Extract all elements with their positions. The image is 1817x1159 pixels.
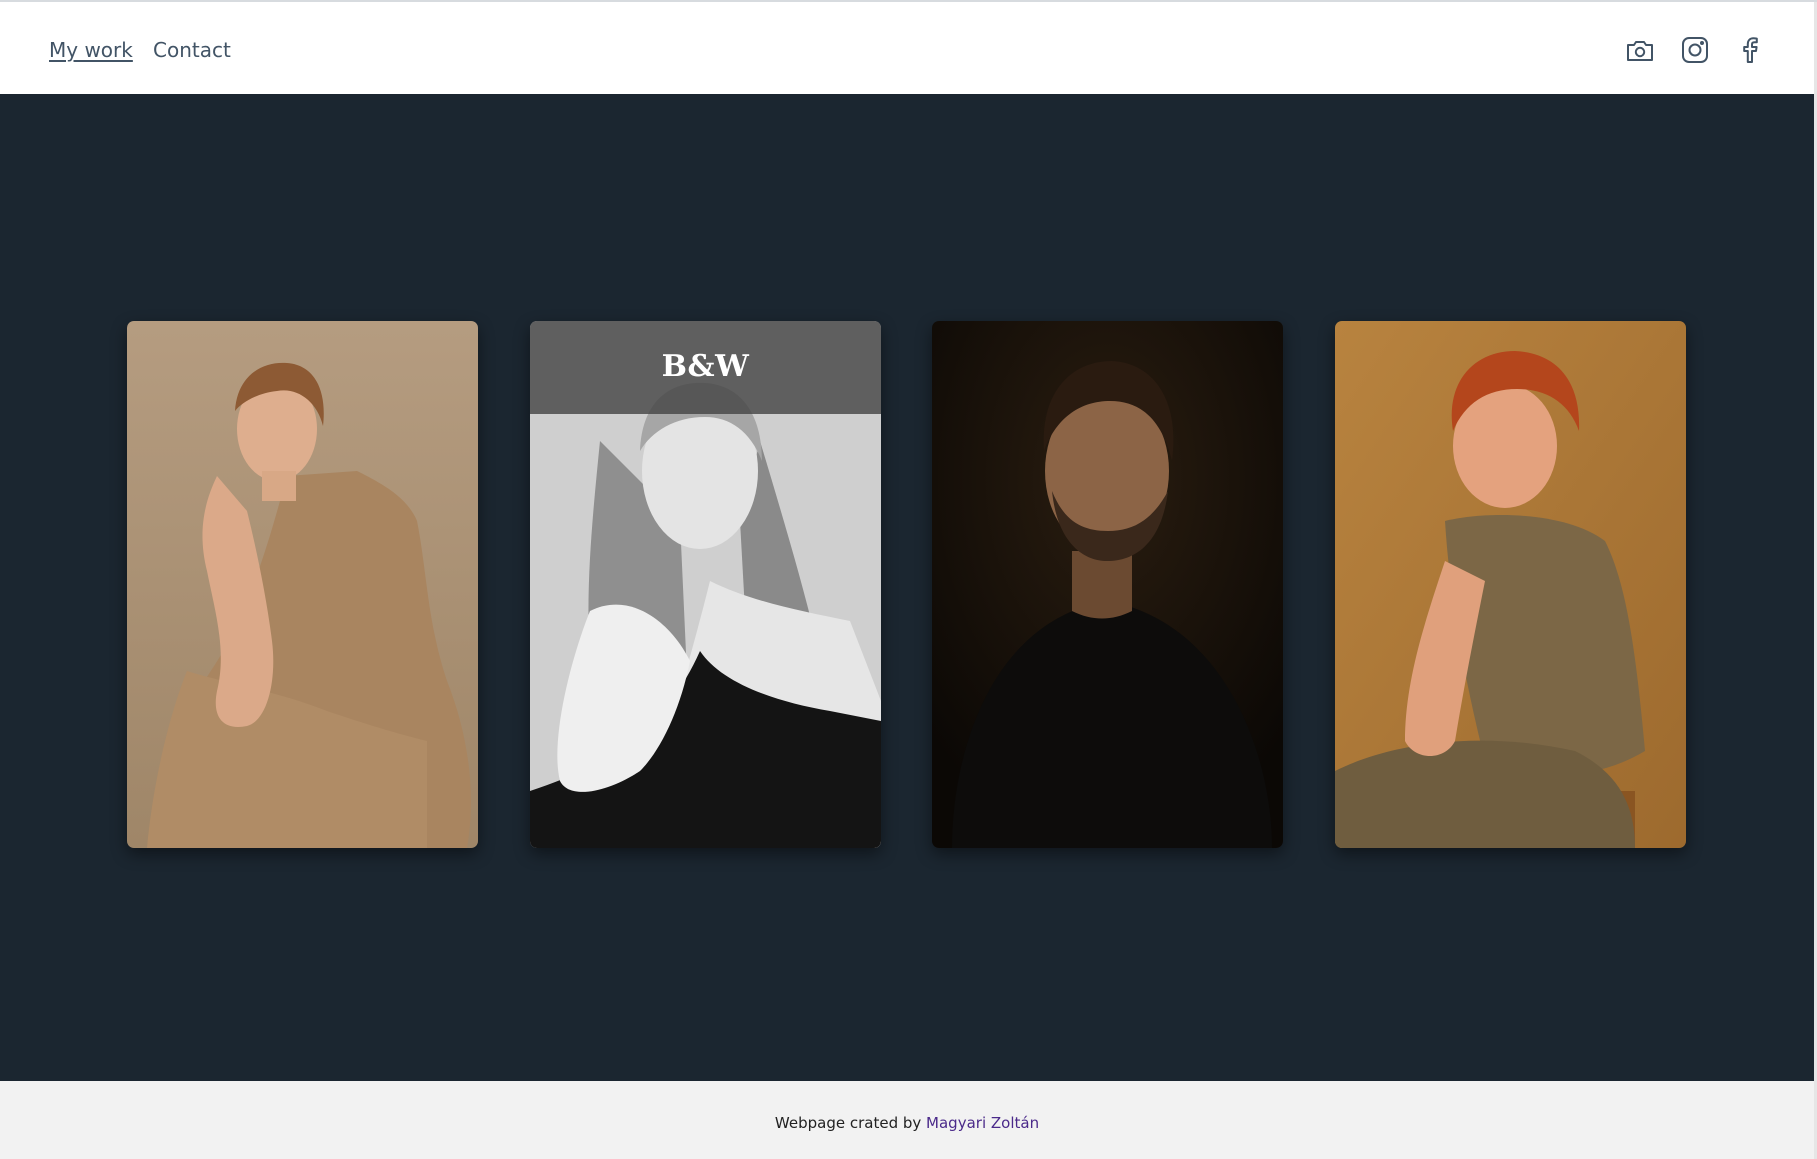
- portrait-photo-man-dark: [932, 321, 1283, 848]
- site-header: My work Contact: [0, 2, 1814, 94]
- nav-my-work-link[interactable]: My work: [49, 36, 133, 64]
- category-title: B&W: [661, 349, 750, 384]
- gallery-card-woman-warm[interactable]: [127, 321, 478, 848]
- page: My work Contact B&W Webpage crated by Ma…: [0, 0, 1817, 1159]
- portrait-photo-boy-warm: [1335, 321, 1686, 848]
- site-footer: Webpage crated by Magyari Zoltán: [0, 1081, 1814, 1159]
- gallery-card-man-dark[interactable]: [932, 321, 1283, 848]
- facebook-icon[interactable]: [1734, 34, 1766, 66]
- gallery-card-boy-warm[interactable]: [1335, 321, 1686, 848]
- footer-prefix: Webpage crated by: [774, 1114, 922, 1132]
- instagram-icon[interactable]: [1679, 34, 1711, 66]
- category-overlay: B&W: [530, 321, 881, 414]
- portrait-photo-woman-warm: [127, 321, 478, 848]
- camera-icon[interactable]: [1624, 34, 1656, 66]
- nav-contact-link[interactable]: Contact: [153, 36, 231, 64]
- footer-credit: Webpage crated by Magyari Zoltán: [0, 1113, 1814, 1133]
- gallery-card-black-white[interactable]: B&W: [530, 321, 881, 848]
- footer-author-link[interactable]: Magyari Zoltán: [926, 1114, 1039, 1132]
